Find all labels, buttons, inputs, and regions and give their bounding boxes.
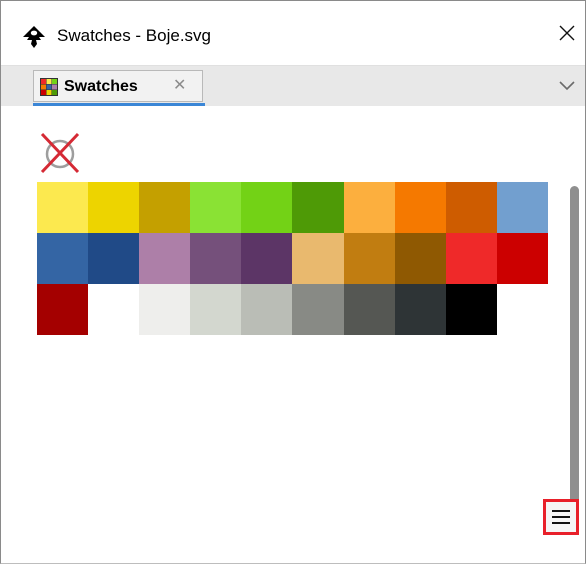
color-swatch[interactable] bbox=[190, 284, 242, 335]
color-swatch[interactable] bbox=[292, 233, 344, 284]
color-swatch[interactable] bbox=[445, 233, 497, 284]
color-swatch[interactable] bbox=[190, 182, 242, 233]
panel-menu-button[interactable] bbox=[543, 499, 579, 535]
color-swatch[interactable] bbox=[37, 233, 89, 284]
color-swatch[interactable] bbox=[343, 182, 395, 233]
color-swatch[interactable] bbox=[37, 284, 89, 335]
color-swatch[interactable] bbox=[37, 182, 89, 233]
color-swatch[interactable] bbox=[394, 284, 446, 335]
chevron-down-icon bbox=[559, 81, 575, 91]
color-swatch[interactable] bbox=[139, 182, 191, 233]
color-swatch[interactable] bbox=[241, 284, 293, 335]
color-swatch[interactable] bbox=[241, 233, 293, 284]
color-swatch[interactable] bbox=[445, 284, 497, 335]
tab-label: Swatches bbox=[64, 78, 138, 95]
color-swatch[interactable] bbox=[496, 182, 548, 233]
swatch-grid bbox=[37, 182, 548, 335]
color-swatch[interactable] bbox=[292, 182, 344, 233]
color-swatch[interactable] bbox=[343, 233, 395, 284]
swatches-window: Swatches - Boje.svg Swatches ✕ bbox=[0, 0, 586, 564]
color-swatch[interactable] bbox=[88, 182, 140, 233]
swatches-panel bbox=[1, 106, 585, 563]
color-swatch[interactable] bbox=[139, 284, 191, 335]
title-bar[interactable]: Swatches - Boje.svg bbox=[1, 1, 585, 65]
dock-tab-bar: Swatches ✕ bbox=[1, 65, 585, 107]
hamburger-menu-icon bbox=[552, 510, 570, 524]
color-swatch[interactable] bbox=[88, 284, 140, 335]
color-swatch[interactable] bbox=[241, 182, 293, 233]
color-swatch[interactable] bbox=[343, 284, 395, 335]
no-paint-icon bbox=[40, 132, 80, 174]
tab-close-button[interactable]: ✕ bbox=[173, 76, 186, 96]
no-paint-swatch[interactable] bbox=[38, 130, 82, 174]
close-button[interactable] bbox=[549, 13, 585, 53]
tab-swatches[interactable]: Swatches ✕ bbox=[33, 70, 203, 102]
window-title: Swatches - Boje.svg bbox=[57, 26, 212, 45]
color-swatch[interactable] bbox=[496, 233, 548, 284]
color-swatch[interactable] bbox=[88, 233, 140, 284]
color-swatch[interactable] bbox=[445, 182, 497, 233]
close-icon bbox=[559, 25, 575, 41]
color-swatch[interactable] bbox=[190, 233, 242, 284]
color-swatch[interactable] bbox=[139, 233, 191, 284]
color-swatch[interactable] bbox=[394, 182, 446, 233]
inkscape-icon bbox=[22, 25, 46, 49]
tab-menu-button[interactable] bbox=[555, 74, 579, 98]
color-swatch[interactable] bbox=[394, 233, 446, 284]
swatches-icon bbox=[40, 78, 58, 96]
scrollbar-thumb[interactable] bbox=[570, 186, 579, 506]
color-swatch[interactable] bbox=[292, 284, 344, 335]
